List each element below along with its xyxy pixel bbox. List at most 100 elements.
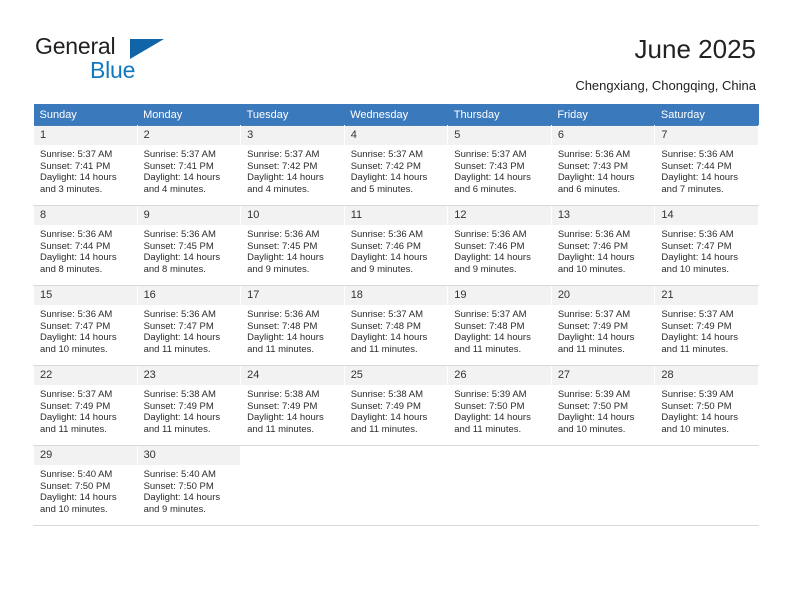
sunrise-text: Sunrise: 5:36 AM	[557, 229, 631, 240]
day-number: 23	[137, 366, 241, 385]
daylight-text-line2: and 6 minutes.	[454, 184, 517, 196]
calendar-day-cell[interactable]: 4 Sunrise: 5:37 AM Sunset: 7:42 PM Daylight…	[343, 125, 449, 206]
sunset-text: Sunset: 7:48 PM	[247, 320, 318, 332]
calendar-day-cell-empty	[240, 445, 345, 526]
daylight-text-line1: Daylight: 14 hours	[143, 332, 221, 344]
day-details: Sunrise: 5:36 AM Sunset: 7:46 PM Daylight:…	[345, 225, 448, 276]
day-details: Sunrise: 5:36 AM Sunset: 7:47 PM Daylight:…	[138, 305, 241, 356]
sunset-text: Sunset: 7:50 PM	[557, 400, 629, 412]
day-details: Sunrise: 5:37 AM Sunset: 7:49 PM Daylight:…	[655, 305, 758, 356]
daylight-text-line1: Daylight: 14 hours	[247, 172, 324, 184]
sunset-text: Sunset: 7:50 PM	[143, 480, 214, 492]
calendar-day-cell[interactable]: 25 Sunrise: 5:38 AM Sunset: 7:49 PM Dayligh…	[343, 365, 449, 446]
day-details: Sunrise: 5:39 AM Sunset: 7:50 PM Daylight:…	[552, 385, 655, 436]
calendar-day-cell-empty	[550, 445, 656, 526]
daylight-text-line2: and 11 minutes.	[454, 424, 522, 436]
calendar-day-cell[interactable]: 7 Sunrise: 5:36 AM Sunset: 7:44 PM Daylight…	[654, 125, 759, 206]
calendar-day-cell[interactable]: 6 Sunrise: 5:36 AM Sunset: 7:43 PM Daylight…	[550, 125, 656, 206]
daylight-text-line1: Daylight: 14 hours	[661, 332, 738, 344]
sunrise-text: Sunrise: 5:39 AM	[557, 389, 631, 400]
day-details: Sunrise: 5:37 AM Sunset: 7:42 PM Daylight:…	[345, 145, 448, 196]
daylight-text-line2: and 4 minutes.	[247, 184, 310, 196]
day-details: Sunrise: 5:40 AM Sunset: 7:50 PM Daylight:…	[34, 465, 137, 516]
brand-name-general: General	[35, 33, 116, 59]
sunrise-text: Sunrise: 5:37 AM	[40, 149, 113, 160]
calendar-day-cell[interactable]: 29 Sunrise: 5:40 AM Sunset: 7:50 PM Dayligh…	[33, 445, 138, 526]
day-number: 7	[655, 126, 758, 145]
calendar-week-row: 8 Sunrise: 5:36 AM Sunset: 7:44 PM Daylight…	[33, 205, 759, 286]
calendar-day-cell[interactable]: 16 Sunrise: 5:36 AM Sunset: 7:47 PM Dayligh…	[136, 285, 242, 366]
sunset-text: Sunset: 7:48 PM	[350, 320, 421, 332]
calendar-day-cell[interactable]: 28 Sunrise: 5:39 AM Sunset: 7:50 PM Dayligh…	[654, 365, 759, 446]
daylight-text-line1: Daylight: 14 hours	[143, 412, 221, 424]
calendar-day-cell[interactable]: 1 Sunrise: 5:37 AM Sunset: 7:41 PM Daylight…	[33, 125, 138, 206]
day-details: Sunrise: 5:36 AM Sunset: 7:45 PM Daylight:…	[138, 225, 241, 276]
calendar-day-cell[interactable]: 13 Sunrise: 5:36 AM Sunset: 7:46 PM Dayligh…	[550, 205, 656, 286]
calendar-day-cell[interactable]: 30 Sunrise: 5:40 AM Sunset: 7:50 PM Dayligh…	[136, 445, 242, 526]
day-number: 15	[34, 286, 137, 305]
day-details: Sunrise: 5:37 AM Sunset: 7:41 PM Daylight:…	[138, 145, 241, 196]
day-details: Sunrise: 5:36 AM Sunset: 7:47 PM Daylight:…	[34, 305, 137, 356]
day-number: 22	[34, 366, 137, 385]
day-number: 6	[551, 126, 655, 145]
day-number: 5	[448, 126, 551, 145]
daylight-text-line2: and 8 minutes.	[143, 264, 206, 276]
daylight-text-line2: and 9 minutes.	[350, 264, 414, 276]
sunset-text: Sunset: 7:47 PM	[40, 320, 111, 332]
sunset-text: Sunset: 7:43 PM	[454, 160, 525, 172]
calendar-day-cell[interactable]: 9 Sunrise: 5:36 AM Sunset: 7:45 PM Daylight…	[136, 205, 242, 286]
day-number: 13	[551, 206, 655, 225]
daylight-text-line1: Daylight: 14 hours	[454, 172, 531, 184]
sunrise-text: Sunrise: 5:36 AM	[661, 149, 734, 160]
calendar-day-cell[interactable]: 23 Sunrise: 5:38 AM Sunset: 7:49 PM Dayligh…	[136, 365, 242, 446]
calendar-day-cell[interactable]: 5 Sunrise: 5:37 AM Sunset: 7:43 PM Daylight…	[447, 125, 552, 206]
calendar-day-cell[interactable]: 2 Sunrise: 5:37 AM Sunset: 7:41 PM Daylight…	[136, 125, 242, 206]
calendar-day-cell[interactable]: 12 Sunrise: 5:36 AM Sunset: 7:46 PM Dayligh…	[447, 205, 552, 286]
daylight-text-line1: Daylight: 14 hours	[40, 412, 117, 424]
sunrise-text: Sunrise: 5:37 AM	[454, 309, 527, 320]
day-number: 12	[448, 206, 551, 225]
day-number: 11	[344, 206, 448, 225]
day-number: 19	[448, 286, 551, 305]
sunrise-text: Sunrise: 5:40 AM	[143, 469, 216, 480]
daylight-text-line1: Daylight: 14 hours	[557, 412, 635, 424]
calendar-day-cell[interactable]: 21 Sunrise: 5:37 AM Sunset: 7:49 PM Dayligh…	[654, 285, 759, 366]
calendar-day-cell[interactable]: 27 Sunrise: 5:39 AM Sunset: 7:50 PM Dayligh…	[550, 365, 656, 446]
daylight-text-line1: Daylight: 14 hours	[247, 332, 324, 344]
daylight-text-line2: and 10 minutes.	[661, 264, 729, 276]
day-details: Sunrise: 5:37 AM Sunset: 7:49 PM Daylight:…	[552, 305, 655, 356]
sunrise-text: Sunrise: 5:37 AM	[661, 309, 734, 320]
day-details: Sunrise: 5:36 AM Sunset: 7:45 PM Daylight:…	[241, 225, 344, 276]
calendar-day-cell[interactable]: 11 Sunrise: 5:36 AM Sunset: 7:46 PM Dayligh…	[343, 205, 449, 286]
calendar-day-cell[interactable]: 26 Sunrise: 5:39 AM Sunset: 7:50 PM Dayligh…	[447, 365, 552, 446]
sunset-text: Sunset: 7:45 PM	[143, 240, 214, 252]
calendar-day-cell[interactable]: 8 Sunrise: 5:36 AM Sunset: 7:44 PM Daylight…	[33, 205, 138, 286]
day-number: 1	[34, 126, 137, 145]
calendar-week-row: 22 Sunrise: 5:37 AM Sunset: 7:49 PM Dayligh…	[33, 365, 759, 446]
daylight-text-line2: and 5 minutes.	[350, 184, 414, 196]
daylight-text-line2: and 4 minutes.	[143, 184, 206, 196]
daylight-text-line2: and 6 minutes.	[557, 184, 621, 196]
day-details: Sunrise: 5:37 AM Sunset: 7:41 PM Daylight:…	[34, 145, 137, 196]
day-number: 26	[448, 366, 551, 385]
daylight-text-line1: Daylight: 14 hours	[40, 172, 117, 184]
calendar-day-cell[interactable]: 19 Sunrise: 5:37 AM Sunset: 7:48 PM Dayligh…	[447, 285, 552, 366]
day-details: Sunrise: 5:38 AM Sunset: 7:49 PM Daylight:…	[345, 385, 448, 436]
day-details: Sunrise: 5:37 AM Sunset: 7:49 PM Daylight:…	[34, 385, 137, 436]
brand-logo[interactable]: General Blue	[35, 33, 265, 89]
calendar-day-cell[interactable]: 20 Sunrise: 5:37 AM Sunset: 7:49 PM Dayligh…	[550, 285, 656, 366]
calendar-day-cell[interactable]: 14 Sunrise: 5:36 AM Sunset: 7:47 PM Dayligh…	[654, 205, 759, 286]
sunset-text: Sunset: 7:49 PM	[557, 320, 629, 332]
calendar-day-cell[interactable]: 10 Sunrise: 5:36 AM Sunset: 7:45 PM Dayligh…	[240, 205, 345, 286]
daylight-text-line2: and 11 minutes.	[247, 424, 315, 436]
sunrise-text: Sunrise: 5:36 AM	[557, 149, 631, 160]
day-number: 8	[34, 206, 137, 225]
calendar-day-cell[interactable]: 17 Sunrise: 5:36 AM Sunset: 7:48 PM Dayligh…	[240, 285, 345, 366]
daylight-text-line2: and 8 minutes.	[40, 264, 103, 276]
calendar-day-cell[interactable]: 24 Sunrise: 5:38 AM Sunset: 7:49 PM Dayligh…	[240, 365, 345, 446]
daylight-text-line1: Daylight: 14 hours	[454, 332, 531, 344]
calendar-day-cell[interactable]: 3 Sunrise: 5:37 AM Sunset: 7:42 PM Daylight…	[240, 125, 345, 206]
calendar-day-cell[interactable]: 15 Sunrise: 5:36 AM Sunset: 7:47 PM Dayligh…	[33, 285, 138, 366]
calendar-day-cell[interactable]: 22 Sunrise: 5:37 AM Sunset: 7:49 PM Dayligh…	[33, 365, 138, 446]
calendar-day-cell[interactable]: 18 Sunrise: 5:37 AM Sunset: 7:48 PM Dayligh…	[343, 285, 449, 366]
